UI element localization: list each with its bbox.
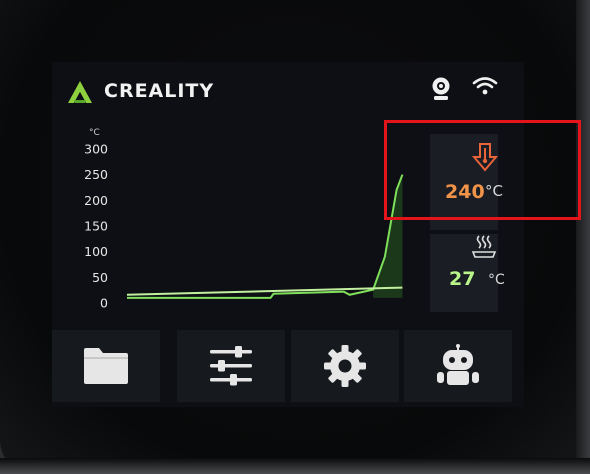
sliders-icon — [210, 346, 252, 386]
y-tick-label: 300 — [84, 142, 108, 157]
creality-logo-icon — [68, 81, 92, 103]
temperature-series-line — [126, 286, 403, 296]
temperature-chart: °C 300 250 200 150 100 50 0 — [84, 128, 404, 311]
assistant-button[interactable] — [404, 330, 512, 402]
temperature-series-line — [127, 174, 404, 299]
robot-icon — [437, 344, 479, 385]
bed-temperature-unit: °C — [488, 272, 505, 288]
brand-name: CREALITY — [104, 80, 215, 102]
bezel-edge — [576, 0, 590, 474]
gear-icon — [324, 345, 366, 387]
y-tick-label: 50 — [92, 270, 108, 285]
y-tick-label: 100 — [84, 244, 108, 259]
highlight-annotation-box — [384, 120, 581, 220]
camera-icon[interactable] — [430, 76, 452, 102]
y-tick-label: 0 — [100, 296, 108, 311]
y-tick-label: 200 — [84, 193, 108, 208]
controls-button[interactable] — [177, 330, 285, 402]
bed-temperature-value: 27 — [449, 268, 476, 290]
bezel-bottom-edge — [0, 458, 590, 474]
chart-unit-label: °C — [89, 128, 100, 138]
settings-button[interactable] — [291, 330, 399, 402]
files-button[interactable] — [52, 330, 160, 402]
y-tick-label: 250 — [84, 167, 108, 182]
y-tick-label: 150 — [84, 219, 108, 234]
touch-screen: CREALITY °C 300 250 200 150 100 50 0 240 °C 27 … — [52, 62, 524, 407]
folder-icon — [84, 348, 128, 384]
heated-bed-icon — [471, 235, 497, 258]
wifi-icon[interactable] — [472, 76, 498, 96]
